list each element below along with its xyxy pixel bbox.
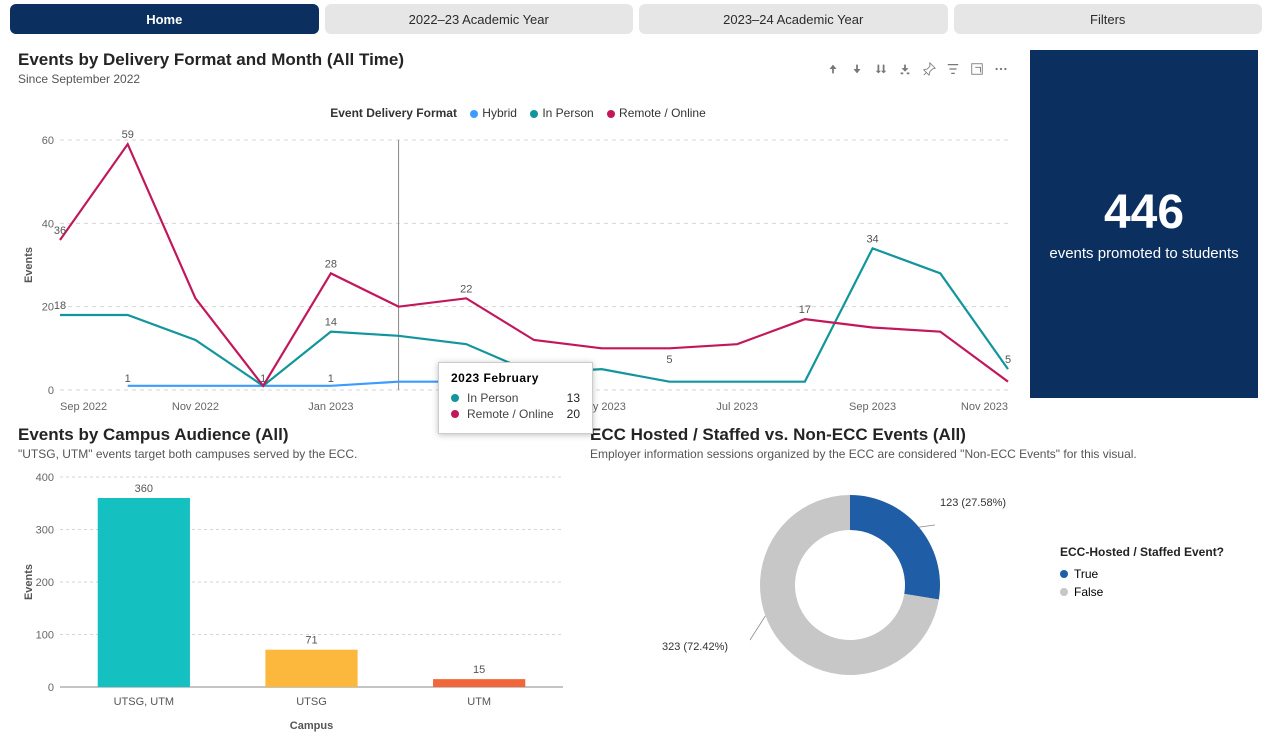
svg-text:Nov 2022: Nov 2022 [172, 401, 219, 413]
svg-text:360: 360 [135, 483, 153, 495]
svg-text:Sep 2023: Sep 2023 [849, 401, 896, 413]
pin-icon[interactable] [922, 62, 936, 76]
svg-text:40: 40 [42, 218, 54, 230]
svg-text:300: 300 [36, 525, 54, 537]
more-icon[interactable] [994, 62, 1008, 76]
tooltip-label-remote: Remote / Online [467, 407, 557, 421]
donut-legend-title: ECC-Hosted / Staffed Event? [1060, 545, 1224, 559]
svg-text:Campus: Campus [290, 720, 333, 732]
svg-text:34: 34 [866, 233, 878, 245]
tab-home[interactable]: Home [10, 4, 319, 34]
tooltip-dot-remote [451, 410, 459, 418]
svg-text:14: 14 [325, 317, 337, 329]
donut-label-true: 123 (27.58%) [940, 497, 1006, 509]
donut-svg[interactable] [740, 475, 960, 695]
chart-tooltip: 2023 February In Person 13 Remote / Onli… [438, 362, 593, 434]
svg-text:UTSG, UTM: UTSG, UTM [114, 696, 175, 708]
svg-text:Jan 2023: Jan 2023 [308, 401, 353, 413]
svg-text:UTM: UTM [467, 696, 491, 708]
donut-subtitle: Employer information sessions organized … [590, 447, 1270, 461]
donut-sw-false [1060, 588, 1068, 596]
svg-text:20: 20 [42, 302, 54, 314]
expand-down-icon[interactable] [874, 62, 888, 76]
svg-text:1: 1 [328, 373, 334, 385]
svg-text:UTSG: UTSG [296, 696, 327, 708]
tooltip-val-inperson: 13 [567, 391, 580, 405]
barchart-subtitle: "UTSG, UTM" events target both campuses … [18, 447, 573, 461]
svg-text:60: 60 [42, 135, 54, 147]
svg-text:1: 1 [260, 373, 266, 385]
svg-text:100: 100 [36, 630, 54, 642]
svg-text:Events: Events [23, 564, 35, 600]
svg-text:Events: Events [23, 247, 35, 283]
visual-toolbar [826, 62, 1008, 76]
barchart-visual: Events by Campus Audience (All) "UTSG, U… [18, 425, 573, 745]
svg-text:59: 59 [122, 129, 134, 141]
donut-title: ECC Hosted / Staffed vs. Non-ECC Events … [590, 425, 1270, 445]
kpi-label: events promoted to students [1035, 244, 1252, 264]
donut-legend-false[interactable]: False [1074, 585, 1103, 599]
svg-text:1: 1 [125, 373, 131, 385]
tab-2023-24[interactable]: 2023–24 Academic Year [639, 4, 948, 34]
tooltip-dot-inperson [451, 394, 459, 402]
drilldown-icon[interactable] [850, 62, 864, 76]
svg-text:36: 36 [54, 225, 66, 237]
donut-legend-true[interactable]: True [1074, 567, 1098, 581]
donut-sw-true [1060, 570, 1068, 578]
svg-text:Jul 2023: Jul 2023 [716, 401, 758, 413]
focus-icon[interactable] [970, 62, 984, 76]
kpi-card: 446 events promoted to students [1030, 50, 1258, 398]
svg-text:71: 71 [305, 635, 317, 647]
tab-filters[interactable]: Filters [954, 4, 1263, 34]
svg-text:5: 5 [666, 354, 672, 366]
barchart-svg[interactable]: 0 100 200 300 400 360 UTSG, UTM 71 UTSG 15 UTM Even… [18, 467, 573, 737]
kpi-value: 446 [1104, 185, 1184, 240]
donut-label-false: 323 (72.42%) [662, 641, 728, 653]
tab-bar: Home 2022–23 Academic Year 2023–24 Acade… [0, 0, 1272, 34]
svg-text:Nov 2023: Nov 2023 [961, 401, 1008, 413]
expand-hier-icon[interactable] [898, 62, 912, 76]
svg-text:22: 22 [460, 283, 472, 295]
tooltip-val-remote: 20 [567, 407, 580, 421]
linechart-visual: Events by Delivery Format and Month (All… [18, 50, 1018, 420]
svg-text:18: 18 [54, 300, 66, 312]
donut-visual: ECC Hosted / Staffed vs. Non-ECC Events … [590, 425, 1270, 745]
svg-text:0: 0 [48, 682, 54, 694]
tooltip-title: 2023 February [451, 371, 580, 385]
filter-icon[interactable] [946, 62, 960, 76]
svg-text:17: 17 [799, 304, 811, 316]
svg-text:15: 15 [473, 664, 485, 676]
svg-text:0: 0 [48, 385, 54, 397]
donut-legend: ECC-Hosted / Staffed Event? True False [1060, 545, 1224, 603]
svg-text:400: 400 [36, 472, 54, 484]
svg-text:28: 28 [325, 258, 337, 270]
svg-text:200: 200 [36, 577, 54, 589]
tab-2022-23[interactable]: 2022–23 Academic Year [325, 4, 634, 34]
drillup-icon[interactable] [826, 62, 840, 76]
svg-text:5: 5 [1005, 354, 1011, 366]
svg-text:Sep 2022: Sep 2022 [60, 401, 107, 413]
tooltip-label-inperson: In Person [467, 391, 557, 405]
